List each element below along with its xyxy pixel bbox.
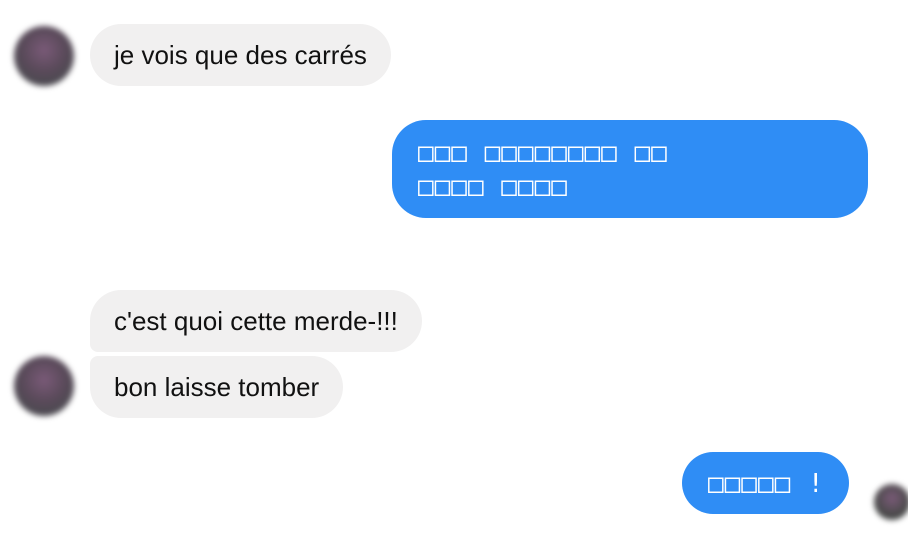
message-text: je vois que des carrés [114,40,367,70]
message-text-line: □□□ □□□□□□□□ □□ [418,138,668,168]
message-text: bon laisse tomber [114,372,320,402]
seen-avatar-icon [874,484,908,520]
outgoing-message[interactable]: □□□ □□□□□□□□ □□ □□□□ □□□□ [392,120,868,218]
contact-avatar-icon[interactable] [14,356,74,416]
message-text-line: □□□□ □□□□ [418,172,568,202]
contact-avatar-icon[interactable] [14,26,74,86]
message-text: c'est quoi cette merde-!!! [114,306,398,336]
incoming-message[interactable]: je vois que des carrés [90,24,391,86]
message-thread: je vois que des carrés □□□ □□□□□□□□ □□ □… [0,0,908,536]
incoming-message[interactable]: c'est quoi cette merde-!!! [90,290,422,352]
incoming-message[interactable]: bon laisse tomber [90,356,344,418]
message-text: □□□□□ ! [708,469,825,499]
outgoing-message[interactable]: □□□□□ ! [682,452,849,514]
